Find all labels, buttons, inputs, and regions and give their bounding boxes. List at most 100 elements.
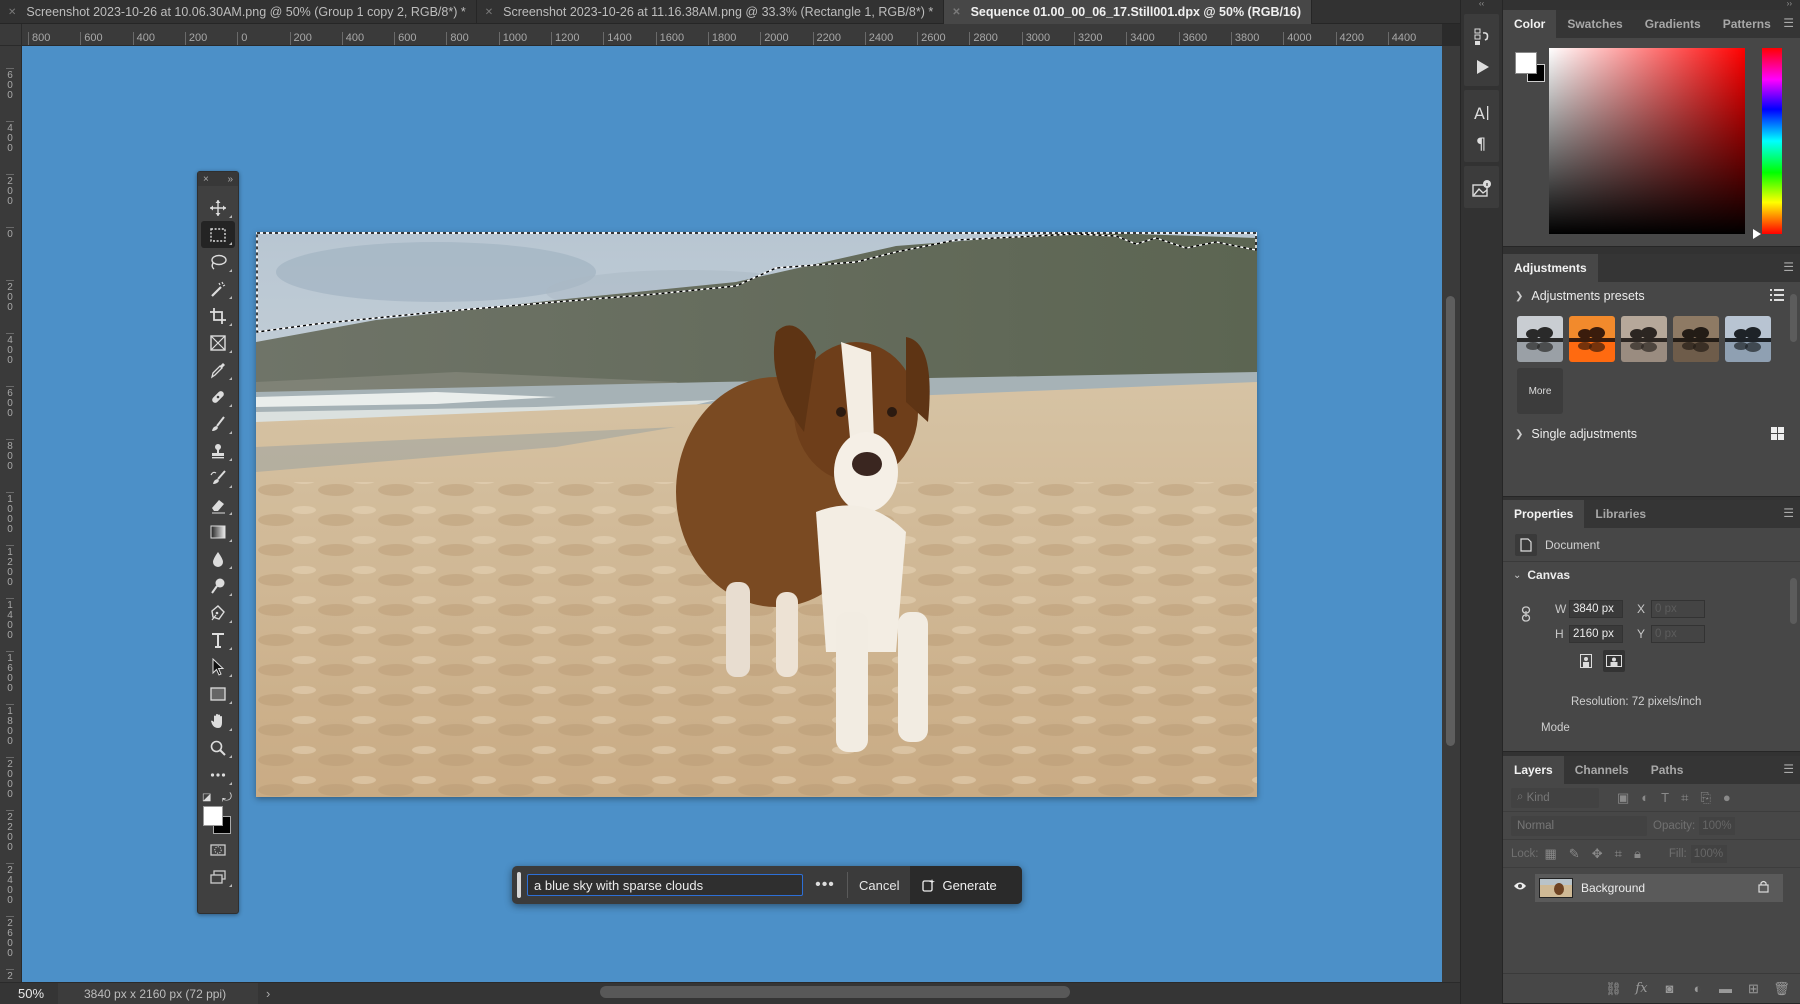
canvas-section-header[interactable]: ⌄ Canvas: [1503, 562, 1800, 588]
type-filter-icon[interactable]: T: [1661, 790, 1669, 805]
panel-menu-icon[interactable]: ☰: [1783, 17, 1794, 29]
adjustments-presets-header[interactable]: ❯ Adjustments presets: [1503, 282, 1800, 310]
adjustments-scrollbar[interactable]: [1790, 294, 1797, 342]
panel-menu-icon[interactable]: ☰: [1783, 507, 1794, 519]
zoom-tool[interactable]: [201, 734, 235, 761]
adjustment-preset-3[interactable]: [1621, 316, 1667, 362]
landscape-button[interactable]: [1603, 650, 1625, 672]
pixel-filter-icon[interactable]: ▣: [1617, 790, 1629, 806]
filter-kind-select[interactable]: ⌕ Kind: [1511, 787, 1599, 808]
eraser-tool[interactable]: [201, 491, 235, 518]
blend-mode-select[interactable]: Normal: [1511, 815, 1647, 836]
type-tool[interactable]: [201, 626, 235, 653]
document-tab-3[interactable]: ✕ Sequence 01.00_00_06_17.Still001.dpx @ …: [944, 0, 1313, 24]
portrait-button[interactable]: [1575, 650, 1597, 672]
y-field[interactable]: 0 px: [1651, 625, 1705, 643]
frame-tool[interactable]: [201, 329, 235, 356]
link-layers-icon[interactable]: ⛓: [1605, 981, 1622, 997]
cancel-button[interactable]: Cancel: [848, 878, 910, 893]
adjustment-preset-2[interactable]: [1569, 316, 1615, 362]
smart-object-filter-icon[interactable]: ⎘: [1700, 790, 1710, 806]
close-tab-icon[interactable]: ✕: [485, 7, 493, 18]
visibility-eye-icon[interactable]: [1513, 881, 1527, 891]
link-dimensions-icon[interactable]: [1521, 606, 1531, 622]
hue-slider[interactable]: [1762, 48, 1782, 234]
tab-paths[interactable]: Paths: [1640, 756, 1695, 784]
tab-patterns[interactable]: Patterns: [1712, 10, 1782, 38]
prompt-input[interactable]: [527, 874, 803, 896]
tab-properties[interactable]: Properties: [1503, 500, 1585, 528]
tab-swatches[interactable]: Swatches: [1556, 10, 1633, 38]
zoom-level[interactable]: 50%: [0, 986, 58, 1001]
layer-row-background[interactable]: Background: [1535, 874, 1783, 902]
scrollbar-thumb[interactable]: [1446, 296, 1455, 746]
more-options-button[interactable]: •••: [803, 876, 847, 894]
adjustment-preset-4[interactable]: [1673, 316, 1719, 362]
shape-filter-icon[interactable]: ⌗: [1681, 790, 1688, 806]
adjustment-preset-1[interactable]: [1517, 316, 1563, 362]
tab-layers[interactable]: Layers: [1503, 756, 1564, 784]
lock-position-icon[interactable]: ✥: [1592, 846, 1603, 862]
eyedropper-tool[interactable]: [201, 356, 235, 383]
brush-tool[interactable]: [201, 410, 235, 437]
default-colors-icon[interactable]: ◪: [202, 792, 211, 803]
adjustment-filter-icon[interactable]: ◐: [1641, 790, 1649, 805]
edit-toolbar[interactable]: [201, 761, 235, 788]
healing-brush-tool[interactable]: [201, 383, 235, 410]
path-selection-tool[interactable]: [201, 653, 235, 680]
single-adjustments-header[interactable]: ❯ Single adjustments: [1503, 420, 1800, 448]
document-tab-2[interactable]: ✕ Screenshot 2023-10-26 at 11.16.38AM.png…: [477, 0, 945, 24]
pen-tool[interactable]: [201, 599, 235, 626]
lasso-tool[interactable]: [201, 248, 235, 275]
tab-libraries[interactable]: Libraries: [1584, 500, 1657, 528]
paragraph-panel-button[interactable]: ¶: [1464, 128, 1499, 158]
foreground-color-swatch[interactable]: [203, 806, 223, 826]
list-view-icon[interactable]: [1770, 289, 1784, 301]
generate-button[interactable]: Generate: [910, 866, 1022, 904]
clone-stamp-tool[interactable]: [201, 437, 235, 464]
foreground-color-chip[interactable]: [1515, 52, 1537, 74]
new-group-folder-icon[interactable]: ▬: [1717, 981, 1734, 996]
delete-layer-trash-icon[interactable]: 🗑︎: [1773, 981, 1790, 997]
horizontal-scrollbar[interactable]: [600, 986, 1070, 998]
tab-color[interactable]: Color: [1503, 10, 1557, 38]
status-menu-arrow[interactable]: ›: [266, 986, 270, 1001]
rectangular-marquee-tool[interactable]: [201, 221, 235, 248]
fill-field[interactable]: 100%: [1690, 844, 1727, 863]
tab-adjustments[interactable]: Adjustments: [1503, 254, 1598, 282]
new-layer-icon[interactable]: ⊞: [1745, 981, 1762, 997]
vertical-scrollbar[interactable]: [1442, 46, 1460, 982]
close-panel-icon[interactable]: ×: [203, 174, 209, 185]
dodge-tool[interactable]: [201, 572, 235, 599]
screen-mode-button[interactable]: [201, 863, 235, 890]
opacity-field[interactable]: 100%: [1699, 816, 1736, 835]
lock-pixels-icon[interactable]: ✎: [1569, 846, 1580, 862]
height-field[interactable]: 2160 px: [1569, 625, 1623, 643]
dock-expand-icon[interactable]: ››: [1503, 0, 1800, 10]
crop-tool[interactable]: [201, 302, 235, 329]
tab-channels[interactable]: Channels: [1564, 756, 1640, 784]
vertical-ruler[interactable]: 600 400 200 0 200 400 600 800 1000 1200 1400 1600 18…: [0, 46, 22, 982]
expand-panel-icon[interactable]: »: [227, 174, 233, 185]
close-tab-icon[interactable]: ✕: [952, 7, 960, 18]
drag-handle[interactable]: [517, 872, 521, 898]
tab-gradients[interactable]: Gradients: [1634, 10, 1712, 38]
lock-artboard-icon[interactable]: ⌗: [1615, 846, 1622, 862]
tools-panel-header[interactable]: × »: [198, 172, 238, 186]
magic-wand-tool[interactable]: [201, 275, 235, 302]
properties-scrollbar[interactable]: [1790, 578, 1797, 624]
ruler-origin[interactable]: [0, 24, 22, 46]
width-field[interactable]: 3840 px: [1569, 600, 1623, 618]
lock-all-icon[interactable]: 🔒︎: [1634, 846, 1641, 862]
panel-menu-icon[interactable]: ☰: [1783, 763, 1794, 775]
new-adjustment-layer-icon[interactable]: ◐: [1689, 981, 1706, 996]
close-tab-icon[interactable]: ✕: [8, 7, 16, 18]
blur-tool[interactable]: [201, 545, 235, 572]
move-tool[interactable]: [201, 194, 235, 221]
grid-view-icon[interactable]: [1771, 427, 1784, 440]
filter-toggle-icon[interactable]: ●: [1723, 790, 1731, 805]
quick-mask-button[interactable]: [201, 836, 235, 863]
history-panel-button[interactable]: [1464, 22, 1499, 52]
more-presets-button[interactable]: More: [1517, 368, 1563, 414]
history-brush-tool[interactable]: [201, 464, 235, 491]
